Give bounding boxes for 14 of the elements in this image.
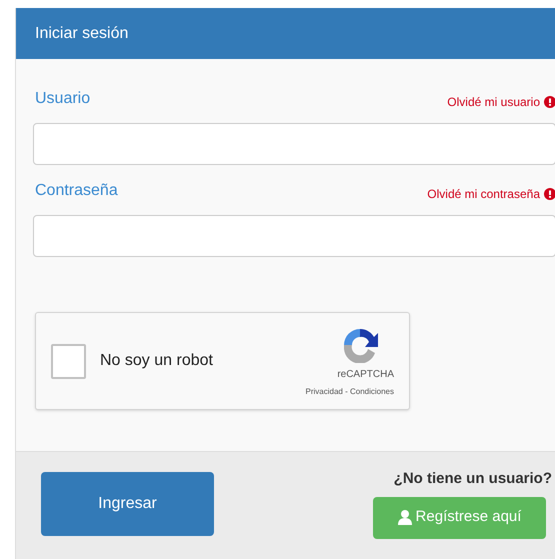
recaptcha-brand: reCAPTCHA: [337, 368, 394, 382]
login-button[interactable]: Ingresar: [41, 472, 214, 536]
text-field[interactable]: [33, 123, 555, 165]
signup-prompt: ¿No tiene un usuario?: [394, 469, 552, 489]
forgot-link[interactable]: Olvidé mi usuario: [447, 93, 540, 111]
captcha-checkbox[interactable]: [51, 344, 86, 378]
forgot-link[interactable]: Olvidé mi contraseña: [427, 185, 540, 203]
user-icon: [398, 510, 412, 525]
field-label: Contraseña: [35, 181, 118, 201]
text-field[interactable]: [33, 215, 555, 257]
captcha-label: No soy un robot: [100, 351, 214, 371]
field-label: Usuario: [35, 89, 90, 109]
panel-title: Iniciar sesión: [35, 24, 128, 44]
recaptcha-terms-link[interactable]: Privacidad - Condiciones: [306, 386, 394, 398]
